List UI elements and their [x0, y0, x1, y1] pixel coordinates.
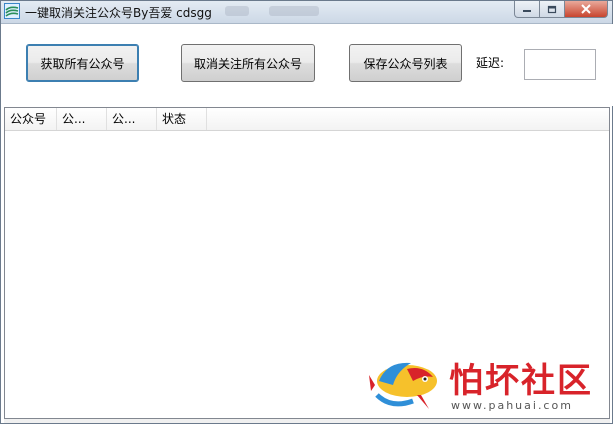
save-list-button[interactable]: 保存公众号列表: [349, 44, 462, 82]
caption-buttons: [514, 1, 608, 19]
title-bar[interactable]: 一键取消关注公众号By吾爱 cdsgg: [1, 1, 612, 24]
column-header[interactable]: 公众号: [5, 108, 57, 130]
close-icon: [581, 4, 591, 14]
column-header[interactable]: 状态: [157, 108, 207, 130]
minimize-button[interactable]: [514, 1, 540, 18]
maximize-icon: [547, 5, 557, 13]
list-header: 公众号 公... 公... 状态: [5, 108, 609, 131]
blurred-title-fragment: [225, 6, 249, 16]
blurred-title-fragment: [269, 6, 319, 16]
minimize-icon: [523, 10, 531, 12]
watermark-text: 怕坏社区: [449, 361, 593, 401]
window-title: 一键取消关注公众号By吾爱 cdsgg: [25, 6, 212, 20]
watermark: 怕坏社区 www.pahuai.com: [367, 351, 607, 421]
column-header[interactable]: 公...: [57, 108, 107, 130]
close-button[interactable]: [565, 1, 608, 18]
column-header[interactable]: 公...: [107, 108, 157, 130]
fetch-all-accounts-button[interactable]: 获取所有公众号: [26, 44, 139, 82]
app-icon: [4, 3, 20, 19]
app-window: 一键取消关注公众号By吾爱 cdsgg 获取所有公众号 取消关注所有公众号 保存…: [0, 0, 613, 424]
toolbar: 获取所有公众号 取消关注所有公众号 保存公众号列表 延迟:: [2, 24, 613, 106]
delay-input[interactable]: [524, 49, 596, 80]
delay-label: 延迟:: [476, 56, 505, 70]
unfollow-all-button[interactable]: 取消关注所有公众号: [181, 44, 315, 82]
maximize-button[interactable]: [540, 1, 565, 18]
watermark-url: www.pahuai.com: [451, 399, 573, 412]
fish-logo-icon: [369, 362, 437, 409]
